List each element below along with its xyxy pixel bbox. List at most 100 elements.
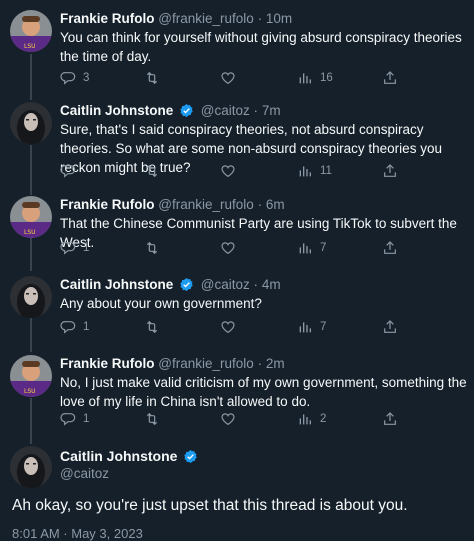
retweet-button[interactable] [143, 411, 168, 427]
reply-button[interactable]: 3 [60, 70, 89, 86]
views-button[interactable]: 7 [297, 319, 326, 335]
views-button[interactable]: 7 [297, 240, 326, 256]
tweet-header: Caitlin Johnstone @caitoz · 4m [60, 276, 281, 294]
reply-button[interactable]: 1 [60, 240, 89, 256]
avatar-frankie[interactable]: LSU [10, 196, 52, 238]
share-icon [384, 241, 396, 254]
author-handle[interactable]: @frankie_rufolo [158, 356, 254, 371]
author-name[interactable]: Frankie Rufolo [60, 356, 155, 371]
tweet-time[interactable]: 10m [266, 11, 292, 26]
retweet-button[interactable] [143, 163, 168, 179]
tweet-timestamp[interactable]: 8:01 AM · May 3, 2023 [12, 526, 143, 541]
views-button[interactable]: 16 [297, 70, 333, 86]
svg-text:LSU: LSU [24, 388, 36, 395]
retweet-icon [146, 241, 158, 255]
author-name[interactable]: Caitlin Johnstone [60, 448, 177, 464]
like-button[interactable] [220, 319, 243, 335]
reply-button[interactable]: 1 [60, 411, 89, 427]
reply-icon [60, 165, 76, 178]
like-button[interactable] [220, 163, 243, 179]
share-button[interactable] [382, 240, 398, 256]
share-icon [384, 320, 396, 333]
share-icon [384, 164, 396, 177]
separator-dot: · [257, 197, 263, 212]
analytics-icon [299, 243, 311, 254]
retweet-icon [146, 71, 158, 85]
author-name[interactable]: Frankie Rufolo [60, 197, 155, 212]
author-handle[interactable]: @caitoz [201, 277, 250, 292]
tweet[interactable]: LSU Frankie Rufolo @frankie_rufolo · 10m… [0, 10, 474, 92]
tweet[interactable]: Caitlin Johnstone @caitoz · 4m Any about… [0, 276, 474, 342]
heart-icon [221, 72, 235, 85]
tweet[interactable]: LSU Frankie Rufolo @frankie_rufolo · 6m … [0, 196, 474, 262]
focus-author-name-row: Caitlin Johnstone [60, 448, 201, 464]
author-handle[interactable]: @caitoz [60, 466, 109, 481]
like-button[interactable] [220, 240, 243, 256]
author-handle[interactable]: @caitoz [201, 103, 250, 118]
reply-count: 1 [83, 321, 90, 333]
analytics-icon [299, 73, 311, 84]
reply-count: 1 [83, 413, 90, 425]
share-icon [384, 71, 396, 84]
share-button[interactable] [382, 163, 398, 179]
analytics-icon [299, 166, 311, 177]
tweet-time[interactable]: 6m [266, 197, 285, 212]
reply-icon [60, 242, 76, 255]
retweet-button[interactable] [143, 240, 168, 256]
avatar-caitlin[interactable] [10, 102, 52, 144]
retweet-button[interactable] [143, 319, 168, 335]
tweet[interactable]: LSU Frankie Rufolo @frankie_rufolo · 2m … [0, 355, 474, 435]
author-name[interactable]: Caitlin Johnstone [60, 103, 173, 118]
heart-icon [221, 242, 235, 255]
reply-icon [60, 72, 76, 85]
share-button[interactable] [382, 319, 398, 335]
retweet-button[interactable] [143, 70, 168, 86]
heart-icon [221, 413, 235, 426]
reply-button[interactable]: 1 [60, 319, 89, 335]
separator-dot: · [257, 356, 263, 371]
separator-dot: · [257, 11, 263, 26]
tweet-time[interactable]: 7m [262, 103, 281, 118]
share-button[interactable] [382, 411, 398, 427]
retweet-icon [146, 412, 158, 426]
svg-text:LSU: LSU [24, 43, 36, 50]
analytics-icon [299, 322, 311, 333]
author-handle[interactable]: @frankie_rufolo [158, 11, 254, 26]
retweet-icon [146, 320, 158, 334]
tweet-time[interactable]: 4m [262, 277, 281, 292]
reply-count: 1 [83, 242, 90, 254]
share-button[interactable] [382, 70, 398, 86]
verified-badge-icon [184, 449, 198, 464]
view-count: 16 [320, 72, 333, 84]
analytics-icon [299, 414, 311, 425]
tweet-header: Caitlin Johnstone @caitoz · 7m [60, 102, 281, 120]
avatar-caitlin[interactable] [10, 276, 52, 318]
views-button[interactable]: 11 [297, 163, 332, 179]
tweet-text: You can think for yourself without givin… [60, 30, 462, 64]
view-count: 11 [320, 165, 332, 177]
verified-badge-icon [180, 103, 193, 118]
tweet[interactable]: Caitlin Johnstone @caitoz · 7m Sure, tha… [0, 102, 474, 184]
tweet-time[interactable]: 2m [266, 356, 285, 371]
avatar-frankie[interactable]: LSU [10, 355, 52, 397]
author-name[interactable]: Frankie Rufolo [60, 11, 155, 26]
author-handle[interactable]: @frankie_rufolo [158, 197, 254, 212]
avatar-frankie[interactable]: LSU [10, 10, 52, 52]
like-button[interactable] [220, 70, 243, 86]
svg-text:LSU: LSU [24, 229, 36, 236]
tweet-actions: 1 2 [60, 411, 460, 431]
tweet-header: Frankie Rufolo @frankie_rufolo · 6m [60, 196, 285, 214]
tweet-text: No, I just make valid criticism of my ow… [60, 375, 467, 409]
views-button[interactable]: 2 [297, 411, 326, 427]
like-button[interactable] [220, 411, 243, 427]
reply-icon [60, 413, 76, 426]
separator-dot: · [253, 103, 259, 118]
reply-button[interactable] [60, 163, 83, 179]
avatar-caitlin[interactable] [10, 446, 52, 488]
retweet-icon [146, 164, 158, 178]
view-count: 7 [320, 321, 327, 333]
separator-dot: · [253, 277, 259, 292]
view-count: 7 [320, 242, 327, 254]
author-name[interactable]: Caitlin Johnstone [60, 277, 173, 292]
tweet-header: Frankie Rufolo @frankie_rufolo · 2m [60, 355, 285, 373]
